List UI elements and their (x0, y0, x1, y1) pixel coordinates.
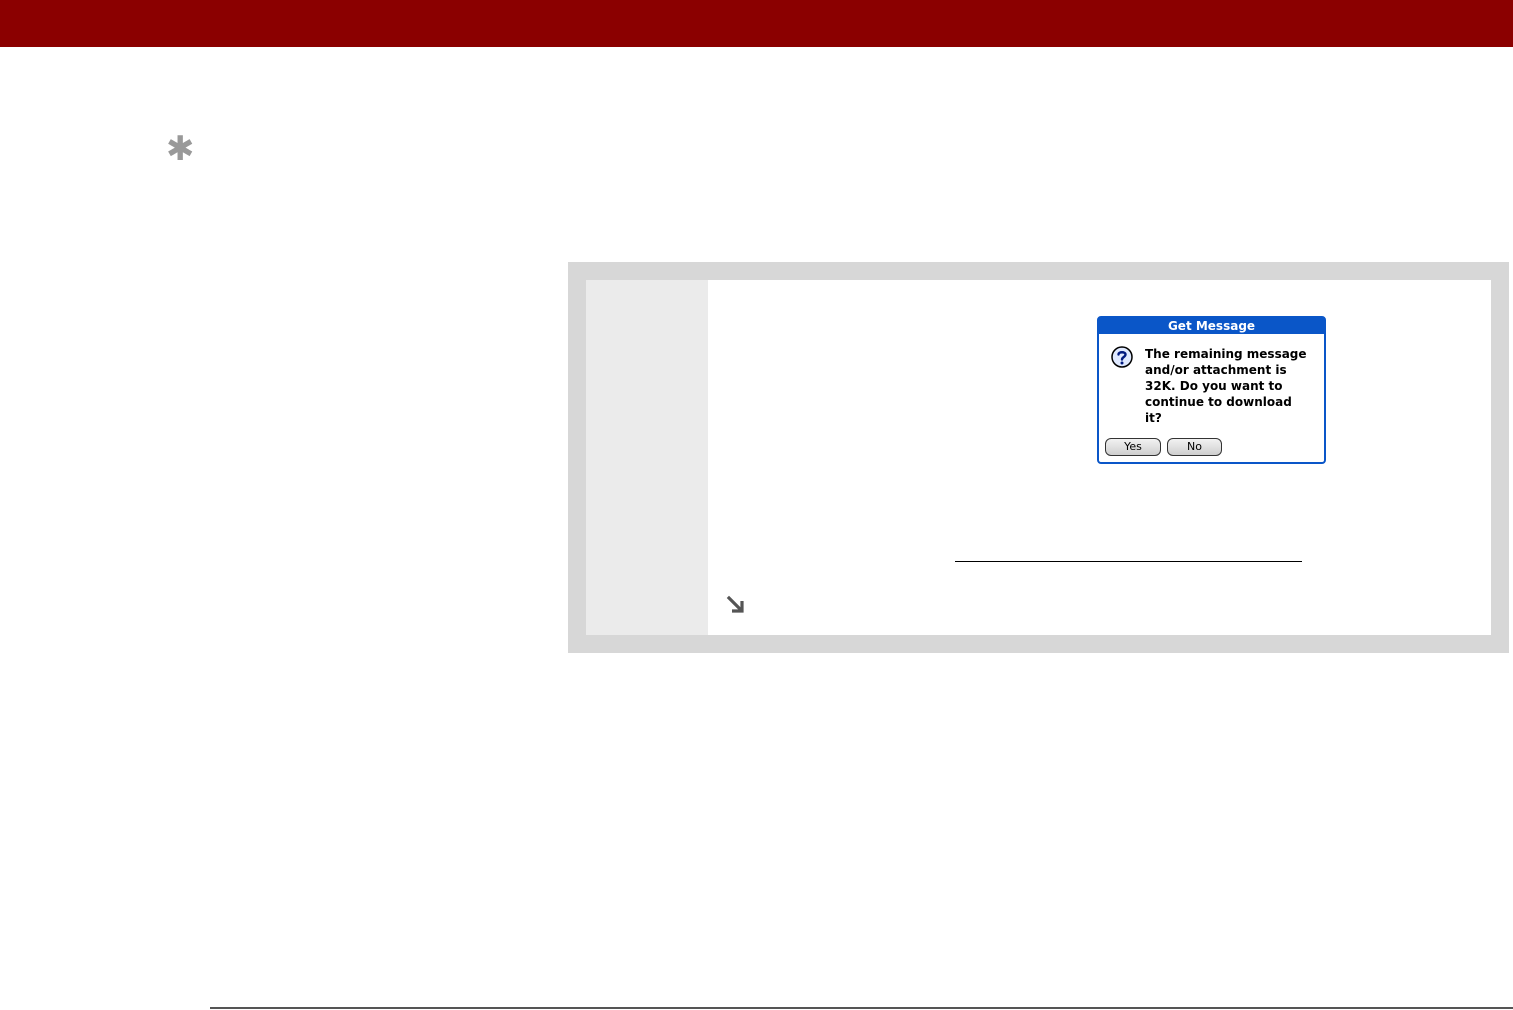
step-gutter (586, 280, 708, 635)
step-content: Get Message The remaining message and/or… (708, 280, 1491, 635)
yes-button[interactable]: Yes (1105, 438, 1161, 456)
question-icon (1111, 346, 1133, 368)
no-button[interactable]: No (1167, 438, 1222, 456)
dialog-title: Get Message (1099, 318, 1324, 334)
page: ✱ Get Message The remaining message and/… (0, 0, 1513, 1010)
arrow-down-right-icon (726, 595, 744, 613)
get-message-dialog: Get Message The remaining message and/or… (1097, 316, 1326, 464)
underline-divider (955, 561, 1302, 562)
step-panel: Get Message The remaining message and/or… (568, 262, 1509, 653)
asterisk-icon: ✱ (166, 129, 195, 169)
footer-divider (210, 1007, 1513, 1009)
dialog-message: The remaining message and/or attachment … (1145, 347, 1307, 425)
header-bar (0, 0, 1513, 47)
